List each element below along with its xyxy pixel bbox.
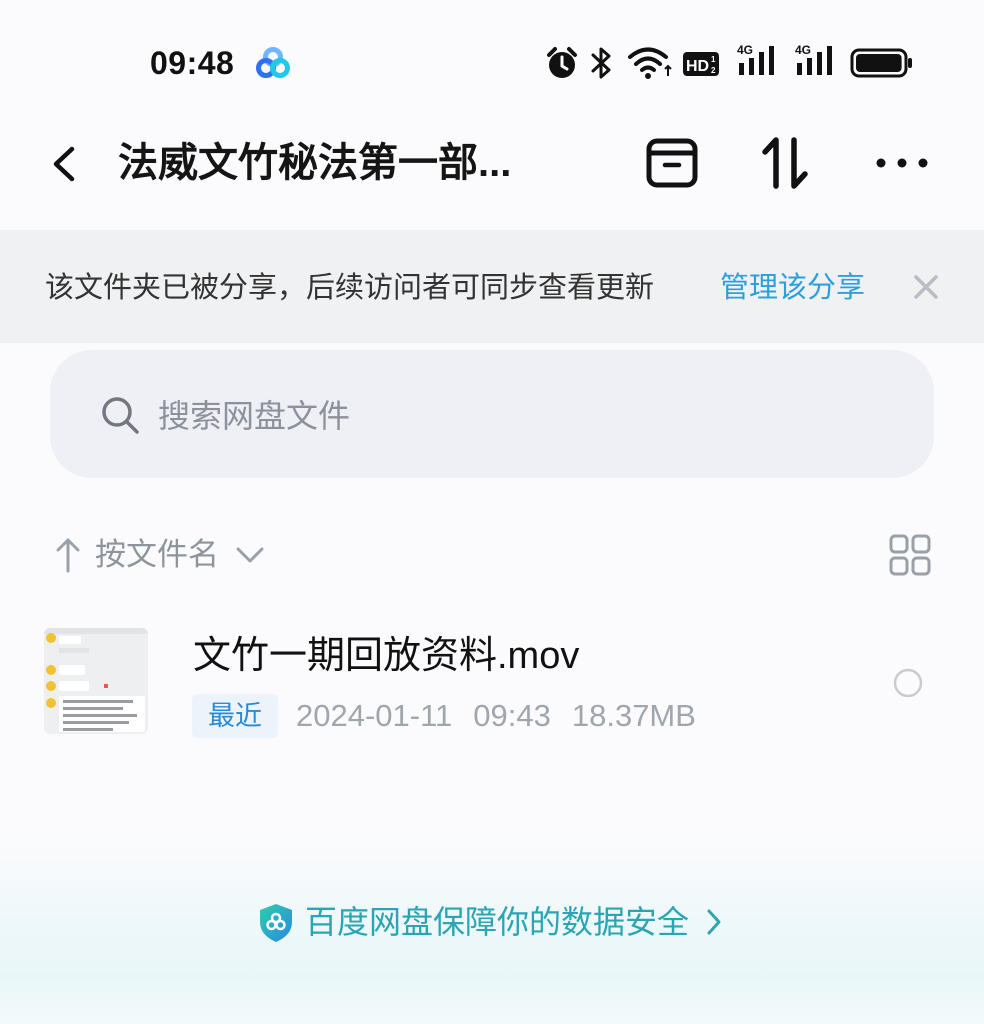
chevron-down-icon[interactable] xyxy=(235,546,265,564)
more-button[interactable] xyxy=(874,152,930,174)
file-meta: 2024-01-11 09:43 18.37MB xyxy=(296,696,717,736)
security-guarantee-link[interactable]: 百度网盘保障你的数据安全 xyxy=(305,902,689,942)
close-icon xyxy=(914,275,938,299)
svg-text:4G: 4G xyxy=(795,43,811,57)
page-title: 法威文竹秘法第一部... xyxy=(118,141,512,185)
shield-icon xyxy=(257,902,295,944)
file-date: 2024-01-11 xyxy=(296,698,453,733)
arrow-up-icon[interactable] xyxy=(56,536,80,574)
file-name[interactable]: 文竹一期回放资料.mov xyxy=(193,632,579,680)
hd-voice-icon: HD 1 2 xyxy=(682,50,720,78)
archive-icon xyxy=(646,138,698,188)
manage-share-link[interactable]: 管理该分享 xyxy=(720,270,865,306)
file-thumbnail xyxy=(44,628,148,734)
search-icon xyxy=(100,395,140,435)
search-input[interactable] xyxy=(158,394,758,438)
svg-text:1: 1 xyxy=(711,55,716,64)
file-size: 18.37MB xyxy=(571,698,696,733)
archive-button[interactable] xyxy=(645,137,699,189)
file-time: 09:43 xyxy=(473,698,551,733)
back-icon xyxy=(53,146,75,182)
share-banner-message: 该文件夹已被分享，后续访问者可同步查看更新 xyxy=(45,272,655,304)
status-time: 09:48 xyxy=(150,45,235,81)
back-button[interactable] xyxy=(48,144,78,184)
recent-badge: 最近 xyxy=(192,694,278,738)
svg-text:4G: 4G xyxy=(737,43,753,57)
file-select-radio[interactable] xyxy=(893,668,923,698)
bluetooth-icon xyxy=(590,45,612,81)
sort-by-name-label[interactable]: 按文件名 xyxy=(95,536,219,574)
chevron-right-icon[interactable] xyxy=(706,907,722,937)
sort-icon xyxy=(762,137,808,189)
sort-button[interactable] xyxy=(760,134,812,192)
baidu-netdisk-logo-icon xyxy=(255,45,291,81)
close-banner-button[interactable] xyxy=(912,273,940,301)
svg-text:2: 2 xyxy=(711,66,716,75)
more-icon xyxy=(876,158,928,168)
wifi-icon xyxy=(628,46,674,80)
svg-text:HD: HD xyxy=(686,58,709,75)
grid-view-icon[interactable] xyxy=(888,534,932,576)
signal-4g-icon: 4G xyxy=(794,43,840,79)
alarm-icon xyxy=(545,46,579,80)
battery-icon xyxy=(850,48,914,78)
signal-4g-icon: 4G xyxy=(736,43,782,79)
